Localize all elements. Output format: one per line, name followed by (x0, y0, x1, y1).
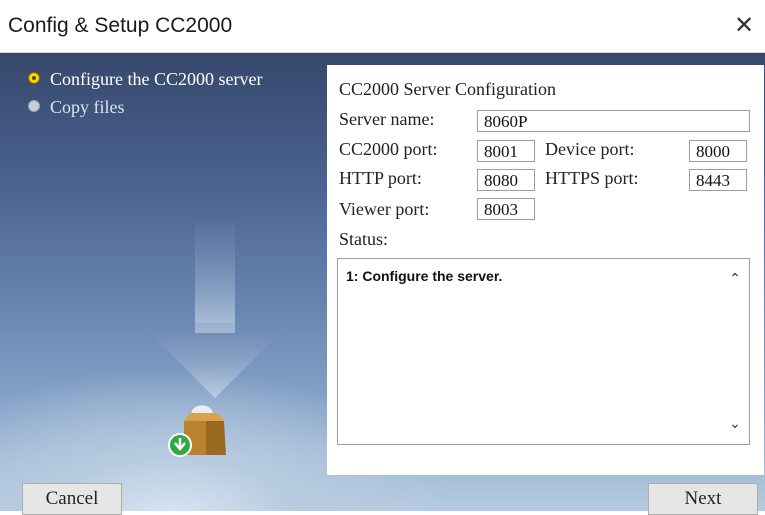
yellow-bullet-icon (28, 72, 40, 84)
step-copy-files: Copy files (24, 96, 262, 124)
step-label: Copy files (50, 97, 125, 117)
viewer-port-label: Viewer port: (339, 199, 430, 219)
status-message: 1: Configure the server. (346, 268, 503, 284)
step-label: Configure the CC2000 server (50, 69, 263, 89)
https-port-field[interactable]: 8443 (689, 169, 747, 191)
scroll-down-icon[interactable]: ⌄ (725, 414, 745, 434)
window-title: Config & Setup CC2000 (8, 14, 233, 37)
http-port-field[interactable]: 8080 (477, 169, 535, 191)
next-button[interactable]: Next (648, 483, 758, 515)
config-panel: CC2000 Server Configuration Server name:… (327, 65, 764, 475)
device-port-field[interactable]: 8000 (689, 140, 747, 162)
down-arrow-illustration (140, 223, 290, 398)
step-configure-server: Configure the CC2000 server (24, 68, 262, 96)
title-bar: Config & Setup CC2000 ✕ (0, 0, 765, 53)
cc2000-port-label: CC2000 port: (339, 139, 438, 159)
close-icon[interactable]: ✕ (727, 8, 761, 42)
install-box-icon (168, 404, 226, 457)
status-label: Status: (339, 229, 389, 249)
cc2000-port-field[interactable]: 8001 (477, 140, 535, 162)
cancel-button[interactable]: Cancel (22, 483, 122, 515)
status-log[interactable]: 1: Configure the server. ⌃ ⌄ (337, 258, 750, 445)
server-name-label: Server name: (339, 109, 435, 129)
https-port-label: HTTPS port: (545, 168, 639, 188)
viewer-port-field[interactable]: 8003 (477, 198, 535, 220)
server-name-field[interactable]: 8060P (477, 110, 750, 132)
gray-bullet-icon (28, 100, 40, 112)
scroll-up-icon[interactable]: ⌃ (725, 269, 745, 289)
device-port-label: Device port: (545, 139, 635, 159)
http-port-label: HTTP port: (339, 168, 422, 188)
step-list: Configure the CC2000 server Copy files (24, 68, 262, 124)
panel-title: CC2000 Server Configuration (339, 79, 556, 99)
